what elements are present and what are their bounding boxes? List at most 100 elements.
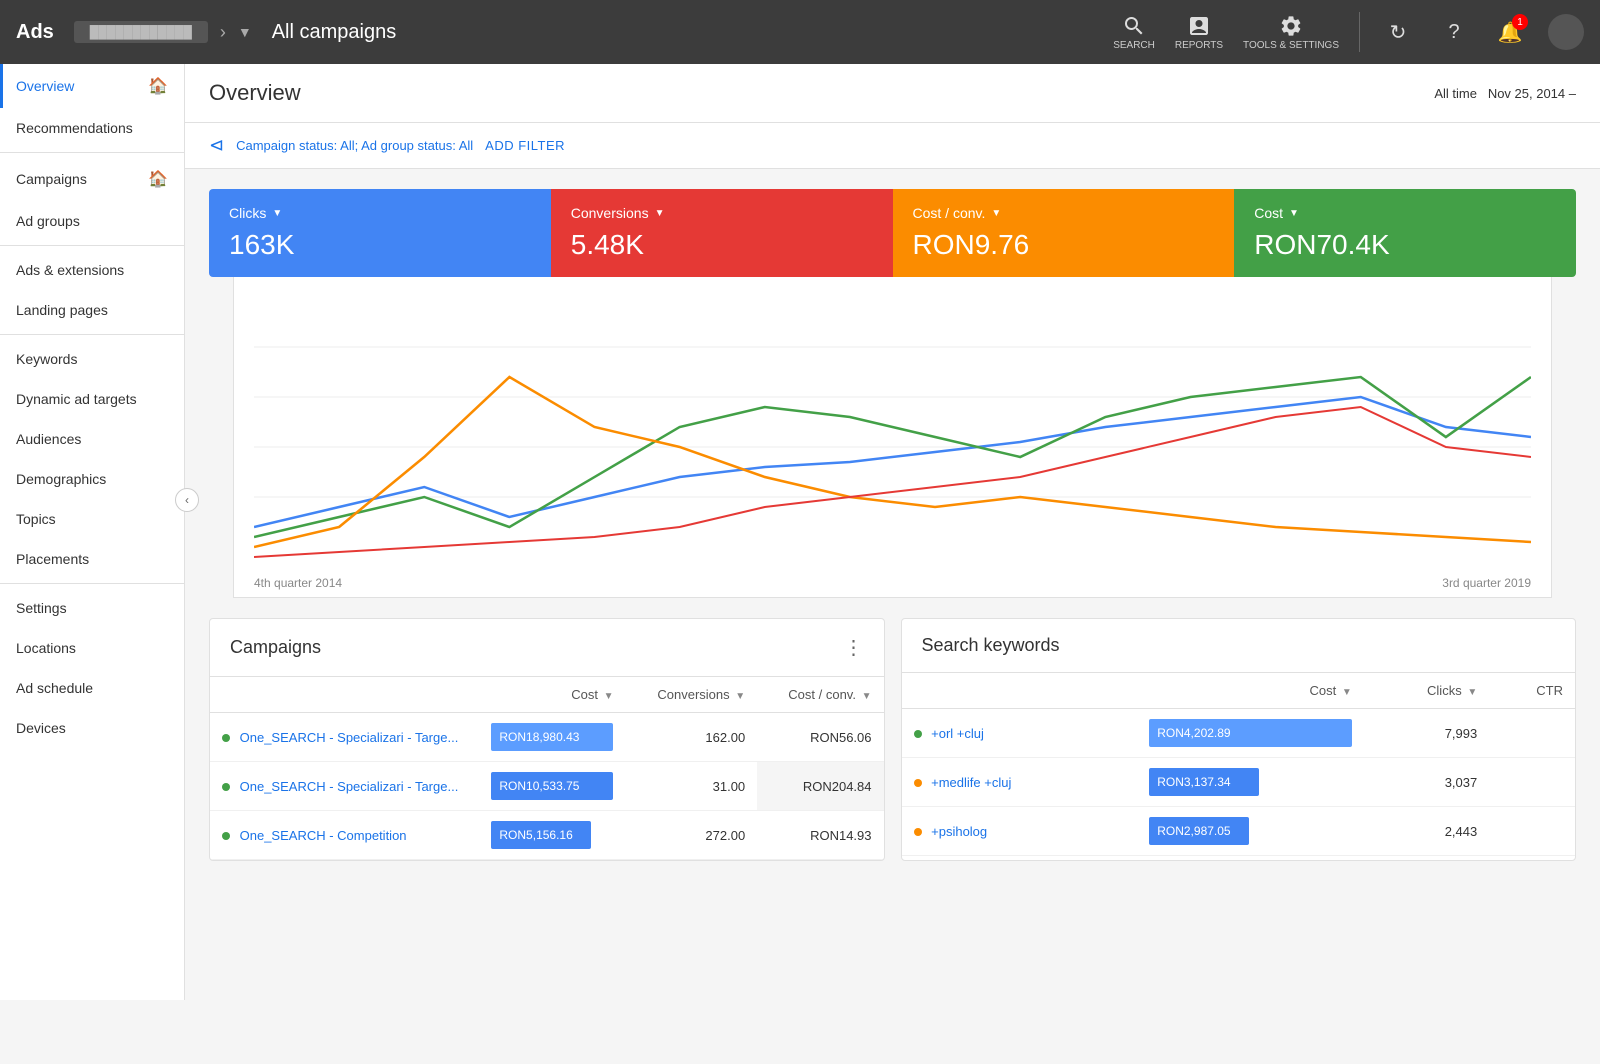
sidebar-item-settings[interactable]: Settings [0,588,184,628]
keyword-name[interactable]: +psiholog [931,824,987,839]
campaigns-menu-icon[interactable]: ⋮ [844,635,864,660]
sidebar-item-adgroups[interactable]: Ad groups [0,201,184,241]
chart-svg [254,297,1531,567]
sidebar-label-dynamicad: Dynamic ad targets [16,391,137,407]
reports-label: REPORTS [1175,40,1223,51]
sidebar-item-dynamicad[interactable]: Dynamic ad targets [0,379,184,419]
metric-card-cost[interactable]: Cost ▼ RON70.4K [1234,189,1576,277]
keyword-cost-cell: RON3,137.34 [1137,758,1364,807]
keyword-ctr-cell [1489,807,1575,856]
costconv-dropdown-arrow: ▼ [991,208,1001,219]
sidebar: ‹ Overview 🏠 Recommendations Campaigns 🏠… [0,64,185,1000]
status-dot [222,783,230,791]
sidebar-item-audiences[interactable]: Audiences [0,419,184,459]
keyword-name[interactable]: +orl +cluj [931,726,984,741]
account-dropdown-arrow[interactable]: ▼ [238,24,252,40]
metric-label-conversions: Conversions ▼ [571,205,873,221]
keywords-col-ctr[interactable]: CTR [1489,673,1575,709]
sidebar-item-devices[interactable]: Devices [0,708,184,748]
add-filter-button[interactable]: ADD FILTER [485,138,565,153]
main-content: Overview All time Nov 25, 2014 – ⊲ Campa… [185,64,1600,1000]
sidebar-item-campaigns[interactable]: Campaigns 🏠 [0,157,184,201]
clicks-sort-arrow: ▼ [1467,687,1477,698]
filter-campaign-value: All [340,138,354,153]
keyword-name[interactable]: +medlife +cluj [931,775,1011,790]
cost-dropdown-arrow: ▼ [1289,208,1299,219]
metrics-section: Clicks ▼ 163K Conversions ▼ 5.48K Cost /… [185,169,1600,598]
table-row: +orl +cluj RON4,202.89 7,993 [902,709,1576,758]
campaigns-table: Cost ▼ Conversions ▼ Cost / conv. ▼ [210,677,884,860]
sidebar-item-adschedule[interactable]: Ad schedule [0,668,184,708]
sidebar-item-recommendations[interactable]: Recommendations [0,108,184,148]
sidebar-item-demographics[interactable]: Demographics [0,459,184,499]
sidebar-label-adgroups: Ad groups [16,213,80,229]
keyword-clicks-cell: 2,443 [1364,807,1489,856]
sidebar-item-placements[interactable]: Placements [0,539,184,579]
cost-sort-arrow: ▼ [1342,687,1352,698]
cost-bar: RON10,533.75 [491,772,613,800]
keywords-col-cost[interactable]: Cost ▼ [1137,673,1364,709]
campaigns-col-costperconv[interactable]: Cost / conv. ▼ [757,677,883,713]
sidebar-item-ads[interactable]: Ads & extensions [0,250,184,290]
sidebar-item-overview[interactable]: Overview 🏠 [0,64,184,108]
metric-card-clicks[interactable]: Clicks ▼ 163K [209,189,551,277]
search-nav-button[interactable]: SEARCH [1113,14,1155,51]
costperconv-sort-arrow: ▼ [862,691,872,702]
metric-value-cost: RON70.4K [1254,229,1556,261]
sidebar-item-keywords[interactable]: Keywords [0,339,184,379]
app-logo: Ads [16,21,54,44]
cost-bar: RON18,980.43 [491,723,613,751]
campaign-costperconv-cell: RON204.84 [757,762,883,811]
tools-nav-button[interactable]: TOOLS & SETTINGS [1243,14,1339,51]
reports-nav-button[interactable]: REPORTS [1175,14,1223,51]
campaign-name-cell: One_SEARCH - Competition [210,811,479,860]
notifications-button[interactable]: 🔔 1 [1492,14,1528,50]
sidebar-label-audiences: Audiences [16,431,81,447]
keywords-table: Cost ▼ Clicks ▼ CTR [902,673,1576,856]
keywords-col-clicks[interactable]: Clicks ▼ [1364,673,1489,709]
top-navigation: Ads ████████████ › ▼ All campaigns SEARC… [0,0,1600,64]
metrics-cards: Clicks ▼ 163K Conversions ▼ 5.48K Cost /… [209,189,1576,277]
sidebar-label-devices: Devices [16,720,66,736]
campaign-conversions-cell: 162.00 [625,713,757,762]
sidebar-label-landingpages: Landing pages [16,302,108,318]
cost-bar: RON2,987.05 [1149,817,1249,845]
metric-value-clicks: 163K [229,229,531,261]
campaigns-table-header-row: Cost ▼ Conversions ▼ Cost / conv. ▼ [210,677,884,713]
sidebar-label-locations: Locations [16,640,76,656]
metric-value-conversions: 5.48K [571,229,873,261]
campaigns-card: Campaigns ⋮ Cost ▼ Conversions [209,618,885,861]
home-icon-campaigns: 🏠 [148,169,168,189]
table-row: One_SEARCH - Specializari - Targe... RON… [210,762,884,811]
status-dot [914,779,922,787]
clicks-dropdown-arrow: ▼ [272,208,282,219]
date-value[interactable]: Nov 25, 2014 – [1488,86,1576,101]
help-button[interactable]: ? [1436,14,1472,50]
date-range: All time Nov 25, 2014 – [1434,86,1576,101]
sidebar-item-topics[interactable]: Topics [0,499,184,539]
refresh-button[interactable]: ↻ [1380,14,1416,50]
sidebar-label-topics: Topics [16,511,56,527]
campaigns-col-cost[interactable]: Cost ▼ [479,677,625,713]
campaigns-col-conversions[interactable]: Conversions ▼ [625,677,757,713]
keyword-clicks-cell: 7,993 [1364,709,1489,758]
campaign-name[interactable]: One_SEARCH - Competition [240,828,407,843]
metric-card-costconv[interactable]: Cost / conv. ▼ RON9.76 [893,189,1235,277]
sidebar-item-locations[interactable]: Locations [0,628,184,668]
date-range-label: All time [1434,86,1477,101]
campaign-name-cell: One_SEARCH - Specializari - Targe... [210,762,479,811]
keyword-ctr-cell [1489,709,1575,758]
campaign-name[interactable]: One_SEARCH - Specializari - Targe... [240,730,459,745]
campaign-cost-cell: RON5,156.16 [479,811,625,860]
sidebar-item-landingpages[interactable]: Landing pages [0,290,184,330]
campaign-name[interactable]: One_SEARCH - Specializari - Targe... [240,779,459,794]
account-avatar[interactable] [1548,14,1584,50]
cost-bar: RON3,137.34 [1149,768,1259,796]
account-selector[interactable]: ████████████ [74,21,208,43]
status-dot [222,832,230,840]
sidebar-label-adschedule: Ad schedule [16,680,93,696]
keyword-cost-cell: RON4,202.89 [1137,709,1364,758]
metric-card-conversions[interactable]: Conversions ▼ 5.48K [551,189,893,277]
campaign-costperconv-cell: RON56.06 [757,713,883,762]
campaign-conversions-cell: 31.00 [625,762,757,811]
